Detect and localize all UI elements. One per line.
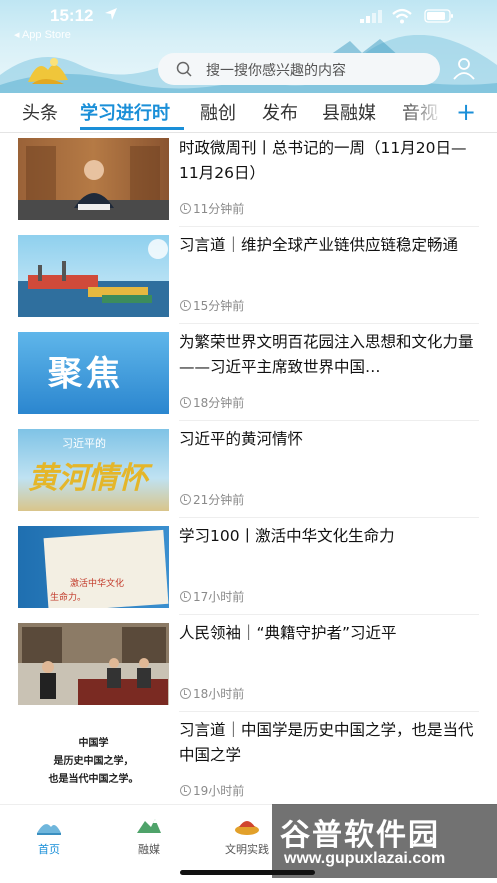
news-title: 学习100丨激活中华文化生命力 xyxy=(179,527,395,545)
app-header: 15:12 ◂ App Store 搜一搜你感兴趣的内容 xyxy=(0,0,497,95)
wifi-icon xyxy=(392,8,412,24)
news-title: 为繁荣世界文明百花园注入思想和文化力量——习近平主席致世界中国… xyxy=(179,333,474,376)
clock-icon xyxy=(180,300,191,311)
add-channel-button[interactable]: + xyxy=(456,99,476,125)
thumbnail-caption: 中国学 xyxy=(78,738,109,749)
divider xyxy=(179,323,479,324)
nav-label: 融媒 xyxy=(138,843,160,856)
search-placeholder: 搜一搜你感兴趣的内容 xyxy=(206,63,346,79)
thumbnail-caption: 也是当代中国之学。 xyxy=(48,774,139,785)
nav-home[interactable]: 首页 xyxy=(14,815,84,857)
news-time: 21分钟前 xyxy=(180,491,244,508)
news-item[interactable]: 中国学 是历史中国之学， 也是当代中国之学。 习言道｜中国学是历史中国之学，也是… xyxy=(0,716,497,812)
clock-icon xyxy=(180,688,191,699)
clock-icon xyxy=(180,397,191,408)
location-arrow-icon xyxy=(105,8,117,20)
news-time: 18小时前 xyxy=(180,685,244,702)
media-mountain-icon xyxy=(137,819,161,833)
divider xyxy=(179,711,479,712)
news-time-text: 18分钟前 xyxy=(193,396,245,410)
battery-icon xyxy=(424,9,453,23)
user-profile-icon[interactable] xyxy=(452,56,476,80)
tab-study[interactable]: 学习进行时 xyxy=(80,99,170,125)
watermark-url: www.gupuxlazai.com xyxy=(284,850,446,867)
divider xyxy=(179,226,479,227)
tab-rongchuang[interactable]: 融创 xyxy=(200,99,236,125)
news-title: 人民领袖｜“典籍守护者”习近平 xyxy=(179,624,397,642)
news-item[interactable]: 人民领袖｜“典籍守护者”习近平 18小时前 xyxy=(0,619,497,715)
divider xyxy=(179,420,479,421)
thumbnail-caption: 是历史中国之学， xyxy=(53,756,134,767)
news-title: 习言道｜维护全球产业链供应链稳定畅通 xyxy=(179,236,459,254)
news-time-text: 19小时前 xyxy=(193,784,245,798)
news-thumbnail: 激活中华文化 生命力。 xyxy=(18,526,169,608)
home-mountain-icon xyxy=(37,824,61,835)
civilization-icon xyxy=(235,821,259,835)
news-time: 18分钟前 xyxy=(180,394,244,411)
watermark-title: 谷普软件园 xyxy=(280,818,440,853)
clock-icon xyxy=(180,203,191,214)
tab-headlines[interactable]: 头条 xyxy=(22,99,58,125)
news-item[interactable]: 时政微周刊丨总书记的一周（11月20日—11月26日） 11分钟前 xyxy=(0,134,497,230)
news-time-text: 15分钟前 xyxy=(193,299,245,313)
status-time: 15:12 xyxy=(50,6,94,25)
news-thumbnail xyxy=(18,138,169,220)
tab-publish[interactable]: 发布 xyxy=(262,99,298,125)
search-bar[interactable]: 搜一搜你感兴趣的内容 xyxy=(158,53,440,85)
tab-fade xyxy=(400,95,450,132)
home-indicator[interactable] xyxy=(180,870,315,875)
news-item[interactable]: 聚焦 为繁荣世界文明百花园注入思想和文化力量——习近平主席致世界中国… 18分钟… xyxy=(0,328,497,424)
watermark-overlay: 谷普软件园 www.gupuxlazai.com xyxy=(272,804,497,878)
news-time: 11分钟前 xyxy=(180,200,244,217)
news-item[interactable]: 习近平的 黄河情怀 习近平的黄河情怀 21分钟前 xyxy=(0,425,497,521)
news-item[interactable]: 习言道｜维护全球产业链供应链稳定畅通 15分钟前 xyxy=(0,231,497,327)
news-time: 17小时前 xyxy=(180,588,244,605)
news-thumbnail: 中国学 是历史中国之学， 也是当代中国之学。 xyxy=(18,720,169,802)
news-time-text: 11分钟前 xyxy=(193,202,245,216)
clock-icon xyxy=(180,591,191,602)
news-time-text: 17小时前 xyxy=(193,590,245,604)
channel-tabs: 头条 学习进行时 融创 发布 县融媒 音视 + xyxy=(0,95,497,133)
news-time-text: 18小时前 xyxy=(193,687,245,701)
tab-county-media[interactable]: 县融媒 xyxy=(322,99,376,125)
signal-icon xyxy=(360,10,382,23)
clock-icon xyxy=(180,785,191,796)
news-time: 15分钟前 xyxy=(180,297,244,314)
news-item[interactable]: 激活中华文化 生命力。 学习100丨激活中华文化生命力 17小时前 xyxy=(0,522,497,618)
news-time-text: 21分钟前 xyxy=(193,493,245,507)
news-thumbnail xyxy=(18,235,169,317)
clock-icon xyxy=(180,494,191,505)
thumbnail-caption: 黄河情怀 xyxy=(28,461,148,496)
thumbnail-caption: 激活中华文化 xyxy=(70,579,125,589)
search-icon xyxy=(176,61,192,77)
news-thumbnail: 聚焦 xyxy=(18,332,169,414)
active-tab-indicator xyxy=(80,127,184,130)
back-to-app-store[interactable]: ◂ App Store xyxy=(14,28,71,41)
news-thumbnail xyxy=(18,623,169,705)
nav-label: 首页 xyxy=(38,843,60,856)
news-title: 习近平的黄河情怀 xyxy=(179,430,304,448)
divider xyxy=(179,517,479,518)
news-time: 19小时前 xyxy=(180,782,244,799)
status-bar: 15:12 xyxy=(0,0,497,30)
news-thumbnail: 习近平的 黄河情怀 xyxy=(18,429,169,511)
app-logo-icon xyxy=(28,58,68,84)
nav-media[interactable]: 融媒 xyxy=(114,815,184,857)
news-title: 习言道｜中国学是历史中国之学，也是当代中国之学 xyxy=(179,721,474,764)
thumbnail-caption: 聚焦 xyxy=(48,354,124,394)
divider xyxy=(179,614,479,615)
thumbnail-caption: 生命力。 xyxy=(50,593,87,603)
news-title: 时政微周刊丨总书记的一周（11月20日—11月26日） xyxy=(179,139,467,182)
thumbnail-caption: 习近平的 xyxy=(62,437,106,450)
